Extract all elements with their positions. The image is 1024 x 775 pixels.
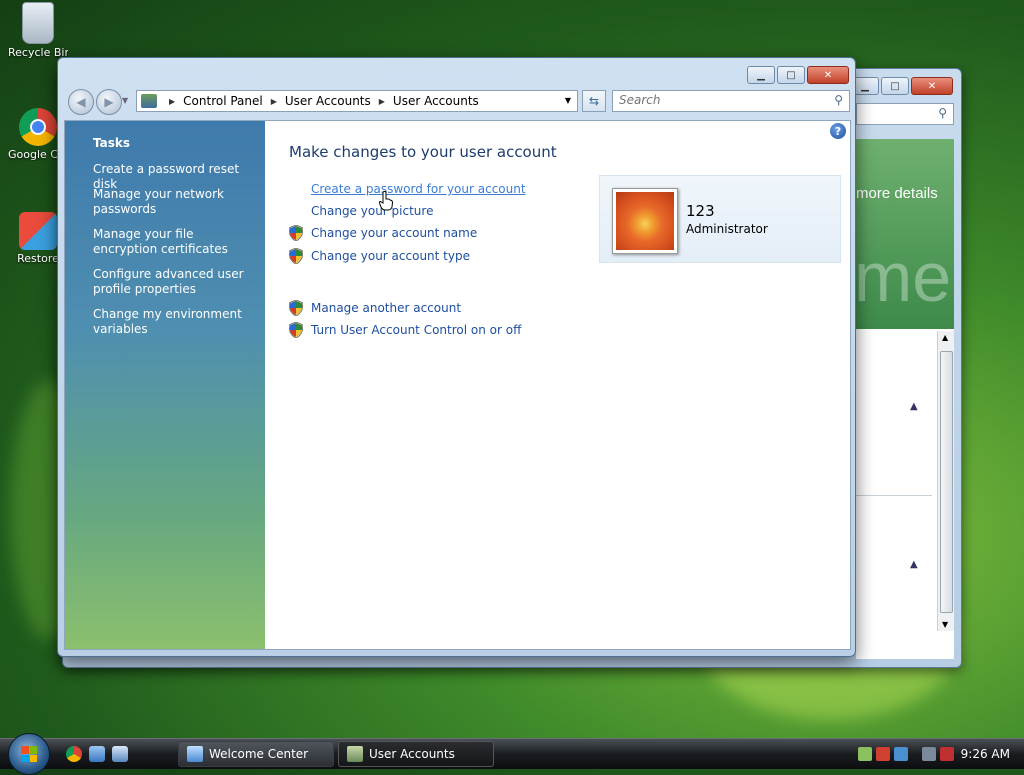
address-bar[interactable]: ▶ Control Panel ▶ User Accounts ▶ User A…	[136, 90, 578, 112]
vertical-scrollbar[interactable]: ▲ ▼	[937, 331, 954, 631]
start-button[interactable]	[8, 733, 50, 775]
help-icon[interactable]: ?	[830, 123, 846, 139]
chrome-glyph	[19, 108, 57, 146]
user-account-card: 123 Administrator	[599, 175, 841, 263]
breadcrumb-separator-icon[interactable]: ▶	[271, 97, 277, 106]
search-input[interactable]	[613, 91, 825, 109]
change-picture-link[interactable]: Change your picture	[311, 204, 433, 218]
account-picture[interactable]	[612, 188, 678, 254]
chrome-quicklaunch-icon[interactable]	[66, 746, 82, 762]
volume-muted-icon[interactable]	[940, 747, 954, 761]
breadcrumb-user-accounts-current[interactable]: User Accounts	[393, 94, 479, 108]
scroll-up-arrow-icon[interactable]: ▲	[942, 333, 948, 342]
uac-shield-icon	[289, 322, 303, 338]
page-title: Make changes to your user account	[289, 143, 557, 161]
arrow-right-icon: ▶	[104, 95, 114, 109]
scroll-down-arrow-icon[interactable]: ▼	[942, 620, 948, 629]
taskbar-button-user-accounts[interactable]: User Accounts	[338, 741, 494, 767]
system-tray: 9:26 AM	[854, 739, 1024, 769]
task-change-environment-variables[interactable]: Change my environment variables	[93, 307, 258, 337]
uac-shield-icon	[289, 248, 303, 264]
navigation-bar: ◀ ▶ ▼ ▶ Control Panel ▶ User Accounts ▶ …	[64, 86, 850, 116]
show-desktop-icon[interactable]	[89, 746, 105, 762]
refresh-button[interactable]: ⇆	[582, 90, 606, 112]
tray-app-icon[interactable]	[858, 747, 872, 761]
tasks-pane: Tasks Create a password reset disk Manag…	[65, 121, 265, 649]
search-icon[interactable]: ⚲	[834, 93, 843, 107]
address-dropdown-icon[interactable]: ▼	[561, 93, 575, 107]
task-manage-network-passwords[interactable]: Manage your network passwords	[93, 187, 258, 217]
minimize-button[interactable]: ▁	[747, 66, 775, 84]
refresh-icon: ⇆	[588, 94, 600, 108]
breadcrumb-separator-icon[interactable]: ▶	[379, 97, 385, 106]
window-body: Tasks Create a password reset disk Manag…	[64, 120, 851, 650]
taskbar-label: User Accounts	[369, 747, 455, 761]
welcome-banner: more details me	[854, 139, 954, 329]
arrow-left-icon: ◀	[76, 95, 86, 109]
user-accounts-window[interactable]: ▁ □ ✕ ◀ ▶ ▼ ▶ Control Panel ▶ User Accou…	[57, 57, 856, 657]
back-maximize-button[interactable]: □	[881, 77, 909, 95]
recycle-bin-icon[interactable]: Recycle Bin	[8, 2, 68, 59]
forward-button[interactable]: ▶	[96, 89, 122, 115]
create-password-link[interactable]: Create a password for your account	[311, 182, 526, 196]
close-button[interactable]: ✕	[807, 66, 849, 84]
breadcrumb-user-accounts[interactable]: User Accounts	[285, 94, 371, 108]
user-accounts-icon	[347, 746, 363, 762]
account-username: 123	[686, 202, 715, 220]
main-pane: ? Make changes to your user account Crea…	[265, 121, 850, 649]
task-configure-profile-properties[interactable]: Configure advanced user profile properti…	[93, 267, 258, 297]
back-close-button[interactable]: ✕	[911, 77, 953, 95]
change-account-type-link[interactable]: Change your account type	[311, 249, 470, 263]
flower-picture-icon	[616, 192, 674, 250]
back-search-input[interactable]: ⚲	[856, 103, 954, 125]
back-window-controls: ▁ □ ✕	[851, 77, 953, 95]
recent-pages-chevron-icon[interactable]: ▼	[122, 96, 128, 105]
clock[interactable]: 9:26 AM	[961, 747, 1010, 761]
windows-logo-icon	[21, 746, 37, 762]
taskbar: Welcome Center User Accounts 9:26 AM	[0, 733, 1024, 775]
chevron-up-icon[interactable]: ▲	[910, 401, 918, 412]
welcome-center-icon	[187, 746, 203, 762]
taskbar-button-welcome-center[interactable]: Welcome Center	[178, 741, 334, 767]
uac-shield-icon	[289, 225, 303, 241]
breadcrumb-control-panel[interactable]: Control Panel	[183, 94, 263, 108]
breadcrumb-separator-icon[interactable]: ▶	[169, 97, 175, 106]
maximize-button[interactable]: □	[777, 66, 805, 84]
uac-shield-icon	[289, 300, 303, 316]
toggle-uac-link[interactable]: Turn User Account Control on or off	[311, 323, 521, 337]
search-icon: ⚲	[938, 106, 947, 120]
tray-update-icon[interactable]	[894, 747, 908, 761]
manage-another-account-link[interactable]: Manage another account	[311, 301, 461, 315]
restore-glyph	[19, 212, 57, 250]
change-account-name-link[interactable]: Change your account name	[311, 226, 477, 240]
recycle-bin-glyph	[22, 2, 54, 44]
back-button[interactable]: ◀	[68, 89, 94, 115]
control-panel-icon	[141, 94, 157, 108]
hand-pointer-cursor-icon	[379, 191, 393, 211]
scrollbar-thumb[interactable]	[940, 351, 953, 613]
task-manage-file-encryption[interactable]: Manage your file encryption certificates	[93, 227, 258, 257]
more-details-link[interactable]: more details	[856, 185, 938, 202]
taskbar-label: Welcome Center	[209, 747, 309, 761]
tray-security-icon[interactable]	[876, 747, 890, 761]
switch-windows-icon[interactable]	[112, 746, 128, 762]
divider	[856, 495, 932, 496]
window-controls: ▁ □ ✕	[747, 66, 849, 84]
account-role: Administrator	[686, 222, 768, 236]
search-box: ⚲	[612, 90, 850, 112]
network-icon[interactable]	[922, 747, 936, 761]
chevron-up-icon[interactable]: ▲	[910, 559, 918, 570]
tasks-header: Tasks	[93, 136, 131, 150]
welcome-big-text: me	[854, 238, 952, 316]
